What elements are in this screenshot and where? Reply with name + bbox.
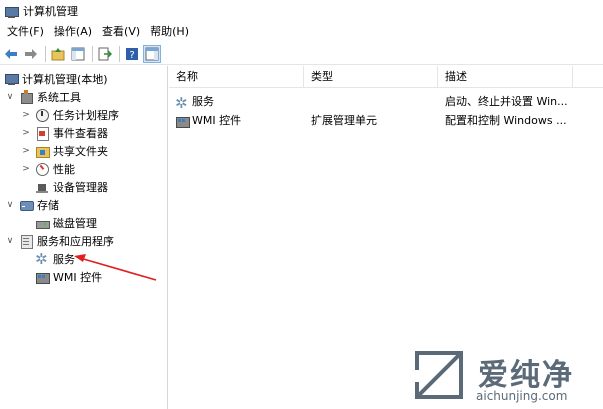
performance-icon [35,162,50,177]
list-item[interactable]: 服务 启动、终止并设置 Win... [169,92,603,113]
list-item[interactable]: WMI 控件 扩展管理单元 配置和控制 Windows ... [169,111,603,131]
tree-item-system-tools[interactable]: ∨ 系统工具 [5,88,81,106]
tree-item-label: 计算机管理(本地) [22,73,108,86]
tree-item-label: 设备管理器 [53,181,108,194]
device-manager-icon [35,180,50,195]
column-header-type[interactable]: 类型 [304,66,438,88]
tree-item-label: 磁盘管理 [53,217,97,230]
watermark-brand: 爱纯净 [478,358,574,393]
tree-item-label: 系统工具 [37,91,81,104]
tree-item-label: 任务计划程序 [53,109,119,122]
tree-item-shared-folders[interactable]: > 共享文件夹 [21,142,108,160]
wmi-control-icon [35,270,50,285]
wmi-control-icon [175,114,190,129]
cell-description: 启动、终止并设置 Win... [445,95,568,108]
toolbar-separator [92,45,93,62]
tree-item-label: 存储 [37,199,59,212]
item-name: WMI 控件 [192,114,242,127]
cell-name: WMI 控件 [175,111,303,131]
tree-item-label: 事件查看器 [53,127,108,140]
tree-item-performance[interactable]: > 性能 [21,160,75,178]
cell-type [311,92,437,112]
tree-item-wmi[interactable]: WMI 控件 [35,268,102,286]
watermark-url: aichunjing.com [476,389,568,403]
chevron-down-icon[interactable]: ∨ [5,200,15,210]
services-gear-icon [175,93,190,113]
back-icon[interactable] [2,45,20,63]
forward-icon[interactable] [22,45,40,63]
services-applications-icon [19,234,34,249]
tree-item-label: 服务 [53,253,75,266]
toolbar-separator [45,45,46,62]
watermark: 爱纯净 aichunjing.com [412,348,602,408]
list-header: 名称 类型 描述 [169,66,603,88]
chevron-right-icon[interactable]: > [21,128,31,138]
computer-icon [4,72,19,87]
menu-action[interactable]: 操作(A) [49,22,97,42]
show-hide-tree-icon[interactable] [69,45,87,63]
chevron-right-icon[interactable]: > [21,164,31,174]
tree-item-label: WMI 控件 [53,271,103,284]
cell-name: 服务 [175,92,303,113]
clock-icon [35,108,50,123]
services-gear-icon [35,250,50,268]
chevron-down-icon[interactable]: ∨ [5,236,15,246]
shared-folder-icon [35,144,50,159]
svg-text:?: ? [129,50,134,61]
tree-item-storage[interactable]: ∨ 存储 [5,196,59,214]
tree-item-label: 共享文件夹 [53,145,108,158]
tree-item-device-manager[interactable]: 设备管理器 [35,178,108,196]
help-icon[interactable]: ? [123,45,141,63]
column-header-description[interactable]: 描述 [438,66,573,88]
storage-icon [19,198,34,213]
export-icon[interactable] [96,45,114,63]
tree-item-services[interactable]: 服务 [35,250,75,268]
watermark-logo [414,351,463,399]
tree-item-disk-management[interactable]: 磁盘管理 [35,214,97,232]
cell-description: 配置和控制 Windows ... [445,114,567,127]
tree-item-label: 性能 [53,163,75,176]
column-header-name[interactable]: 名称 [169,66,304,88]
menu-file[interactable]: 文件(F) [2,22,49,42]
tree-item-event-viewer[interactable]: > 事件查看器 [21,124,108,142]
tree-item-root[interactable]: 计算机管理(本地) [4,70,108,88]
item-name: 服务 [192,95,214,108]
tree-item-label: 服务和应用程序 [37,235,114,248]
chevron-right-icon[interactable]: > [21,110,31,120]
computer-management-icon [4,5,19,18]
event-log-icon [35,126,50,141]
toolbar-separator [119,45,120,62]
tree-item-services-apps[interactable]: ∨ 服务和应用程序 [5,232,114,250]
menu-help[interactable]: 帮助(H) [145,22,194,42]
tree-item-task-scheduler[interactable]: > 任务计划程序 [21,106,119,124]
disk-icon [35,216,50,231]
menu-bar: 文件(F) 操作(A) 查看(V) 帮助(H) [0,22,603,42]
title-bar: 计算机管理 [0,0,603,22]
show-hide-action-pane-icon[interactable] [143,44,161,63]
toolbar: ? [0,43,603,65]
chevron-down-icon[interactable]: ∨ [5,92,15,102]
up-folder-icon[interactable] [49,45,67,63]
toolbox-icon [19,89,34,105]
chevron-right-icon[interactable]: > [21,146,31,156]
window-title: 计算机管理 [23,5,78,18]
console-tree: 计算机管理(本地) ∨ 系统工具 > 任务计划程序 > 事件查看器 > 共享文件… [0,66,168,409]
menu-view[interactable]: 查看(V) [97,22,145,42]
cell-type: 扩展管理单元 [311,114,377,127]
